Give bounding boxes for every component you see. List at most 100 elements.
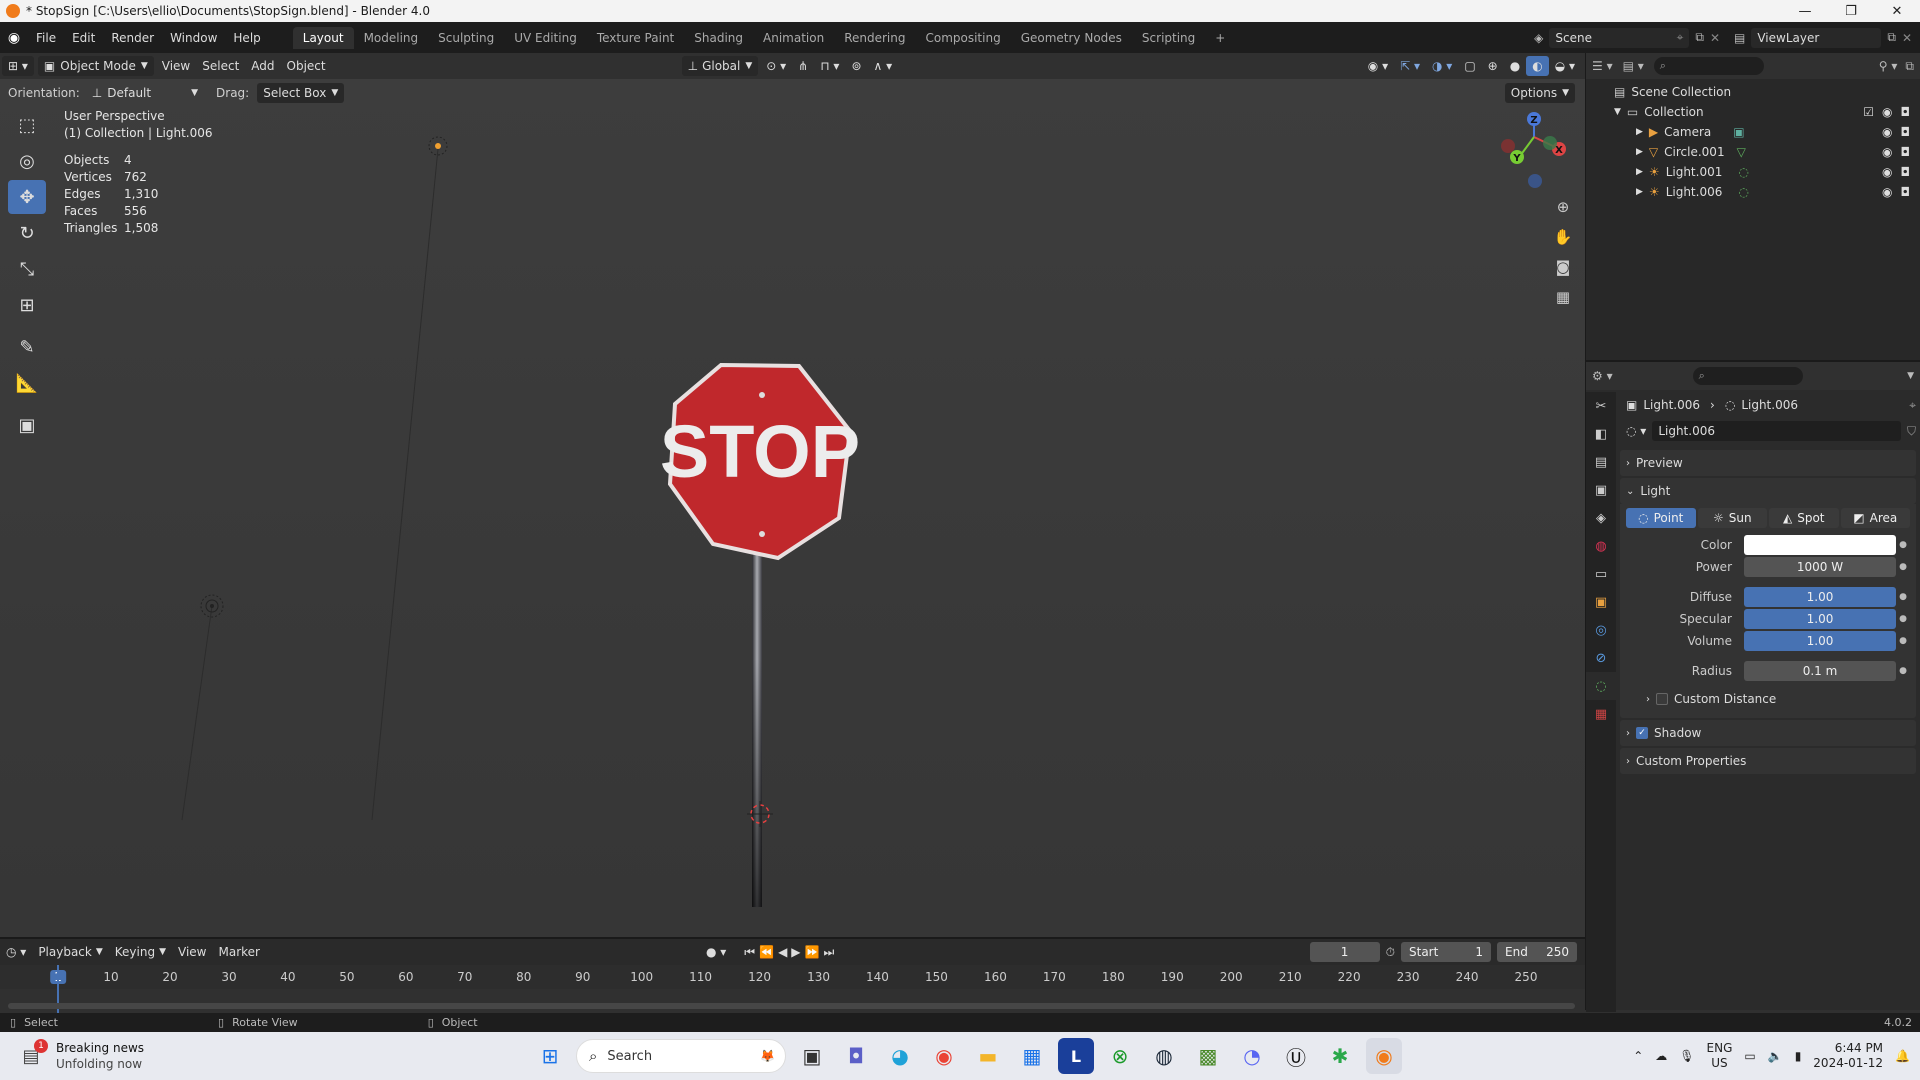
news-widget[interactable]: ▤ 1 Breaking news Unfolding now	[16, 1039, 316, 1072]
zoom-icon[interactable]: ⊕	[1551, 195, 1575, 219]
camera-render-icon[interactable]: ◘	[1901, 125, 1911, 139]
light-type-area[interactable]: ◩ Area	[1840, 508, 1910, 528]
menu-object[interactable]: Object	[281, 56, 332, 76]
expand-arrow-icon[interactable]: ▶	[1636, 127, 1643, 137]
menu-marker[interactable]: Marker	[213, 942, 266, 962]
menu-help[interactable]: Help	[225, 31, 268, 45]
shading-rendered-icon[interactable]: ◒ ▾	[1549, 56, 1581, 76]
xray-toggle-icon[interactable]: ▢	[1458, 56, 1481, 76]
jump-prev-keyframe-icon[interactable]: ⏪	[759, 945, 774, 959]
gizmo-toggle-icon[interactable]: ⇱ ▾	[1394, 56, 1426, 76]
orientation-selector[interactable]: ⊥ Default ▼	[86, 83, 204, 103]
viewport-3d[interactable]: STOP Z X Y ⊕ ✋ ◙ ▦ Orientation: ⊥ Defaul…	[0, 79, 1585, 937]
light-type-point[interactable]: ◌ Point	[1626, 508, 1696, 528]
tab-uv-editing[interactable]: UV Editing	[504, 27, 587, 49]
clock[interactable]: 6:44 PM 2024-01-12	[1813, 1041, 1883, 1071]
shading-material-icon[interactable]: ◐	[1526, 56, 1549, 76]
minecraft-icon[interactable]: ▩	[1190, 1038, 1226, 1074]
move-tool-icon[interactable]: ✥	[8, 180, 46, 214]
outliner-row-light-006[interactable]: ▶ ☀ Light.006 ◌ ◉ ◘	[1586, 182, 1920, 202]
unreal-engine-icon[interactable]: Ⓤ	[1278, 1038, 1314, 1074]
outliner-row-scene-collection[interactable]: ▤ Scene Collection	[1586, 82, 1920, 102]
tab-layout[interactable]: Layout	[292, 26, 354, 49]
network-icon[interactable]: ▭	[1744, 1049, 1755, 1063]
app-l-icon[interactable]: L	[1058, 1038, 1094, 1074]
checkbox-icon[interactable]: ☑	[1863, 105, 1874, 119]
onedrive-icon[interactable]: ☁	[1655, 1049, 1667, 1063]
view-layer-icon[interactable]: ▤	[1734, 31, 1745, 45]
edge-browser-icon[interactable]: ◕	[882, 1038, 918, 1074]
menu-timeline-view[interactable]: View	[172, 942, 212, 962]
tray-overflow-chevron-icon[interactable]: ⌃	[1633, 1049, 1643, 1063]
menu-view[interactable]: View	[156, 56, 196, 76]
shading-solid-icon[interactable]: ●	[1504, 56, 1526, 76]
timeline-scrollbar[interactable]	[8, 1003, 1575, 1009]
light-panel-header[interactable]: ⌄ Light	[1620, 478, 1916, 504]
options-dropdown[interactable]: Options ▼	[1504, 83, 1575, 103]
render-tab-icon[interactable]: ◧	[1586, 420, 1616, 448]
timeline-ruler[interactable]: 1102030405060708090100110120130140150160…	[0, 965, 1585, 1013]
keyframe-dot-icon[interactable]: ●	[1896, 636, 1910, 646]
editor-type-icon[interactable]: ◷ ▾	[0, 942, 32, 962]
camera-data-icon[interactable]: ▣	[1733, 125, 1744, 139]
language-indicator[interactable]: ENG US	[1707, 1041, 1733, 1071]
delete-scene-icon[interactable]: ✕	[1710, 31, 1720, 45]
output-tab-icon[interactable]: ▤	[1586, 448, 1616, 476]
tab-shading[interactable]: Shading	[684, 27, 753, 49]
collection-tab-icon[interactable]: ▭	[1586, 560, 1616, 588]
tab-geometry-nodes[interactable]: Geometry Nodes	[1011, 27, 1132, 49]
eye-icon[interactable]: ◉	[1882, 145, 1892, 159]
play-reverse-icon[interactable]: ◀	[778, 945, 787, 959]
light-data-tab-icon[interactable]: ◌	[1586, 672, 1616, 700]
camera-render-icon[interactable]: ◘	[1901, 165, 1911, 179]
properties-search-input[interactable]: ⌕	[1692, 367, 1803, 385]
delete-view-layer-icon[interactable]: ✕	[1902, 31, 1912, 45]
texture-tab-icon[interactable]: ▦	[1586, 700, 1616, 728]
light-browse-icon[interactable]: ◌ ▾	[1626, 424, 1646, 438]
view-layer-selector[interactable]: ViewLayer	[1751, 27, 1882, 48]
eye-icon[interactable]: ◉	[1882, 185, 1892, 199]
scene-tab-icon[interactable]: ◈	[1586, 504, 1616, 532]
object-tab-icon[interactable]: ▣	[1586, 588, 1616, 616]
stopwatch-icon[interactable]: ⏱	[1386, 945, 1395, 960]
windows-start-icon[interactable]: ⊞	[532, 1038, 568, 1074]
specular-slider[interactable]: 1.00	[1744, 609, 1896, 629]
notifications-icon[interactable]: 🔔	[1895, 1049, 1910, 1063]
display-mode-icon[interactable]: ▤ ▾	[1623, 59, 1644, 73]
rotate-tool-icon[interactable]: ↻	[8, 216, 46, 250]
snap-target-icon[interactable]: ⊓ ▾	[814, 56, 845, 76]
transform-orientation-selector[interactable]: ⊥ Global ▼	[681, 56, 759, 76]
tab-compositing[interactable]: Compositing	[915, 27, 1010, 49]
falloff-icon[interactable]: ∧ ▾	[868, 56, 899, 76]
volume-slider[interactable]: 1.00	[1744, 631, 1896, 651]
eye-icon[interactable]: ◉	[1882, 165, 1892, 179]
scene-selector[interactable]: Scene ⌖	[1549, 27, 1690, 48]
tab-texture-paint[interactable]: Texture Paint	[587, 27, 684, 49]
menu-add[interactable]: Add	[245, 56, 280, 76]
menu-edit[interactable]: Edit	[64, 31, 103, 45]
new-view-layer-icon[interactable]: ⧉	[1887, 30, 1896, 45]
eye-icon[interactable]: ◉	[1882, 125, 1892, 139]
microsoft-store-icon[interactable]: ▦	[1014, 1038, 1050, 1074]
taskbar-search-input[interactable]: ⌕ Search 🦊	[576, 1039, 786, 1073]
pivot-point-icon[interactable]: ⊙ ▾	[760, 56, 792, 76]
tool-tab-icon[interactable]: ✂	[1586, 392, 1616, 420]
expand-arrow-icon[interactable]: ▶	[1636, 187, 1643, 197]
menu-select[interactable]: Select	[196, 56, 245, 76]
expand-arrow-icon[interactable]: ▶	[1636, 147, 1643, 157]
new-scene-icon[interactable]: ⧉	[1695, 30, 1704, 45]
auto-keying-icon[interactable]: ● ▾	[706, 945, 726, 959]
blender-taskbar-icon[interactable]: ◉	[1366, 1038, 1402, 1074]
blender-menu-icon[interactable]: ◉	[0, 30, 28, 46]
chevron-down-icon[interactable]: ▼	[1907, 371, 1914, 381]
snap-icon[interactable]: ⋔	[792, 56, 814, 76]
camera-view-icon[interactable]: ◙	[1551, 255, 1575, 279]
preview-panel-header[interactable]: › Preview	[1620, 450, 1916, 476]
proportional-edit-icon[interactable]: ⊚	[845, 56, 867, 76]
green-app-icon[interactable]: ✱	[1322, 1038, 1358, 1074]
overlays-toggle-icon[interactable]: ◑ ▾	[1426, 56, 1458, 76]
camera-render-icon[interactable]: ◘	[1901, 105, 1911, 119]
menu-render[interactable]: Render	[103, 31, 162, 45]
maximize-button[interactable]: ❐	[1828, 4, 1874, 19]
tab-modeling[interactable]: Modeling	[354, 27, 429, 49]
